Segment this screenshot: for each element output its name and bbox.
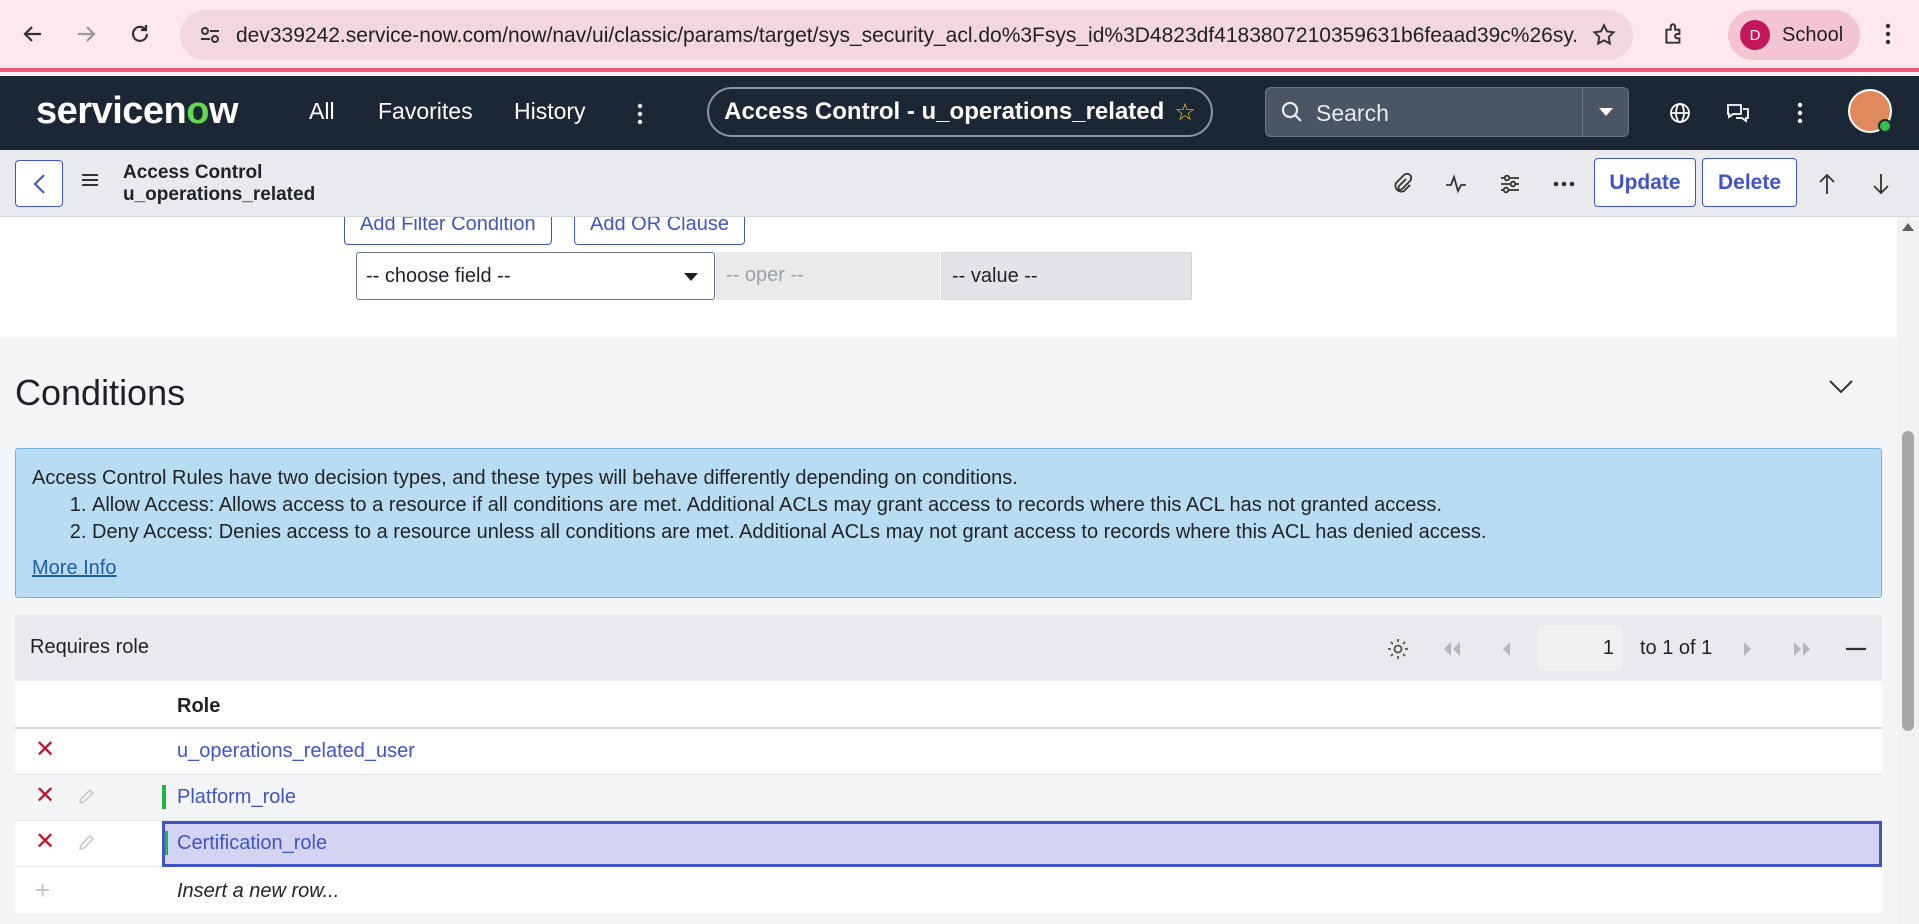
delete-row-icon[interactable]: ✕ xyxy=(35,738,57,762)
insert-row[interactable]: + Insert a new row... xyxy=(15,867,1882,913)
related-list-header: Requires role 1 to 1 of 1 xyxy=(15,615,1882,681)
browser-toolbar: dev339242.service-now.com/now/nav/ui/cla… xyxy=(0,0,1919,72)
collapse-chevron-icon[interactable] xyxy=(1828,379,1854,400)
attachment-icon[interactable] xyxy=(1388,170,1416,198)
hamburger-menu-icon[interactable] xyxy=(80,171,100,194)
page-scrollbar[interactable] xyxy=(1897,217,1919,924)
last-page-icon[interactable] xyxy=(1789,636,1815,662)
form-title-table: Access Control xyxy=(123,162,263,183)
reload-icon[interactable] xyxy=(122,16,158,52)
profile-button[interactable]: D School xyxy=(1728,10,1860,60)
edit-pencil-icon[interactable] xyxy=(77,786,99,808)
site-info-icon[interactable] xyxy=(198,23,222,47)
changed-marker xyxy=(165,831,168,855)
table-row: ✕ Certification_role xyxy=(15,821,1882,867)
url-text: dev339242.service-now.com/now/nav/ui/cla… xyxy=(236,24,1576,47)
search-icon xyxy=(1280,100,1304,129)
role-link[interactable]: Certification_role xyxy=(177,832,327,854)
next-page-icon[interactable] xyxy=(1735,636,1761,662)
add-row-plus-icon[interactable]: + xyxy=(35,875,50,906)
profile-name: School xyxy=(1782,23,1844,46)
context-title: Access Control - u_operations_related xyxy=(724,98,1165,125)
servicenow-logo[interactable]: servicenow xyxy=(36,90,239,133)
value-field[interactable]: -- value -- xyxy=(941,252,1192,300)
role-link[interactable]: Platform_role xyxy=(177,786,296,808)
chat-icon[interactable] xyxy=(1724,99,1752,127)
online-status-dot xyxy=(1878,119,1892,133)
acl-info-box: Access Control Rules have two decision t… xyxy=(15,448,1882,598)
more-actions-icon[interactable] xyxy=(1550,170,1578,198)
collapse-list-icon[interactable] xyxy=(1843,636,1869,662)
user-avatar[interactable] xyxy=(1848,89,1892,133)
operator-select[interactable]: -- oper -- xyxy=(716,252,940,300)
form-title-record: u_operations_related xyxy=(123,184,316,205)
form-title: Access Control u_operations_related xyxy=(123,162,315,206)
table-row: ✕ u_operations_related_user xyxy=(15,729,1882,775)
condition-builder: Add Filter Condition Add OR Clause -- ch… xyxy=(0,217,1897,338)
delete-button[interactable]: Delete xyxy=(1702,158,1797,207)
choose-field-select[interactable]: -- choose field -- xyxy=(356,252,715,300)
table-row: ✕ Platform_role xyxy=(15,775,1882,821)
form-header: Access Control u_operations_related Upda… xyxy=(0,150,1919,217)
roles-table: Role ✕ u_operations_related_user ✕ Platf… xyxy=(15,681,1882,913)
column-header-role[interactable]: Role xyxy=(177,695,220,718)
previous-record-arrow-icon[interactable] xyxy=(1813,170,1841,198)
page-number-input[interactable]: 1 xyxy=(1538,625,1622,671)
form-body: Add Filter Condition Add OR Clause -- ch… xyxy=(0,217,1897,924)
bookmark-star-icon[interactable] xyxy=(1591,22,1617,48)
next-record-arrow-icon[interactable] xyxy=(1867,170,1895,198)
changed-marker xyxy=(162,785,166,809)
first-page-icon[interactable] xyxy=(1439,636,1465,662)
nav-all[interactable]: All xyxy=(309,98,335,125)
personalize-sliders-icon[interactable] xyxy=(1496,170,1524,198)
role-cell[interactable]: u_operations_related_user xyxy=(162,729,1882,775)
delete-row-icon[interactable]: ✕ xyxy=(35,830,57,854)
related-list-title: Requires role xyxy=(30,636,149,658)
favorite-star-icon[interactable]: ☆ xyxy=(1174,98,1196,127)
context-title-pill[interactable]: Access Control - u_operations_related ☆ xyxy=(707,87,1213,137)
role-cell-selected[interactable]: Certification_role xyxy=(162,821,1882,867)
more-nav-icon[interactable] xyxy=(626,100,654,128)
global-search[interactable]: Search xyxy=(1265,87,1629,137)
forward-arrow-icon[interactable] xyxy=(68,16,104,52)
scrollbar-thumb[interactable] xyxy=(1902,431,1914,731)
record-count: to 1 of 1 xyxy=(1640,637,1713,659)
search-scope-dropdown[interactable] xyxy=(1582,88,1628,136)
info-intro: Access Control Rules have two decision t… xyxy=(32,467,1018,489)
update-button[interactable]: Update xyxy=(1594,158,1696,207)
role-cell[interactable]: Platform_role xyxy=(162,775,1882,821)
profile-avatar: D xyxy=(1740,20,1770,50)
add-or-clause-button[interactable]: Add OR Clause xyxy=(574,217,745,245)
dropdown-caret-icon xyxy=(684,273,698,281)
globe-icon[interactable] xyxy=(1666,99,1694,127)
back-button[interactable] xyxy=(15,160,63,207)
info-item-allow: Allow Access: Allows access to a resourc… xyxy=(92,492,1865,519)
edit-pencil-icon[interactable] xyxy=(77,832,99,854)
list-settings-gear-icon[interactable] xyxy=(1385,636,1411,662)
delete-row-icon[interactable]: ✕ xyxy=(35,784,57,808)
back-arrow-icon[interactable] xyxy=(15,16,51,52)
extensions-icon[interactable] xyxy=(1656,16,1692,52)
info-list: Allow Access: Allows access to a resourc… xyxy=(92,492,1865,546)
browser-menu-icon[interactable] xyxy=(1870,16,1906,52)
search-placeholder: Search xyxy=(1316,100,1389,126)
insert-row-label: Insert a new row... xyxy=(177,880,340,902)
nav-history[interactable]: History xyxy=(514,98,586,125)
previous-page-icon[interactable] xyxy=(1493,636,1519,662)
role-link[interactable]: u_operations_related_user xyxy=(177,740,415,762)
more-options-icon[interactable] xyxy=(1786,99,1814,127)
nav-favorites[interactable]: Favorites xyxy=(378,98,473,125)
info-item-deny: Deny Access: Denies access to a resource… xyxy=(92,519,1865,546)
app-header: servicenow All Favorites History Access … xyxy=(0,76,1919,150)
add-filter-condition-button[interactable]: Add Filter Condition xyxy=(344,217,552,245)
address-bar[interactable]: dev339242.service-now.com/now/nav/ui/cla… xyxy=(180,10,1633,60)
section-title: Conditions xyxy=(15,372,186,413)
more-info-link[interactable]: More Info xyxy=(32,555,116,582)
table-header: Role xyxy=(15,681,1882,729)
scroll-up-arrow-icon[interactable] xyxy=(1902,223,1914,231)
activity-pulse-icon[interactable] xyxy=(1442,170,1470,198)
